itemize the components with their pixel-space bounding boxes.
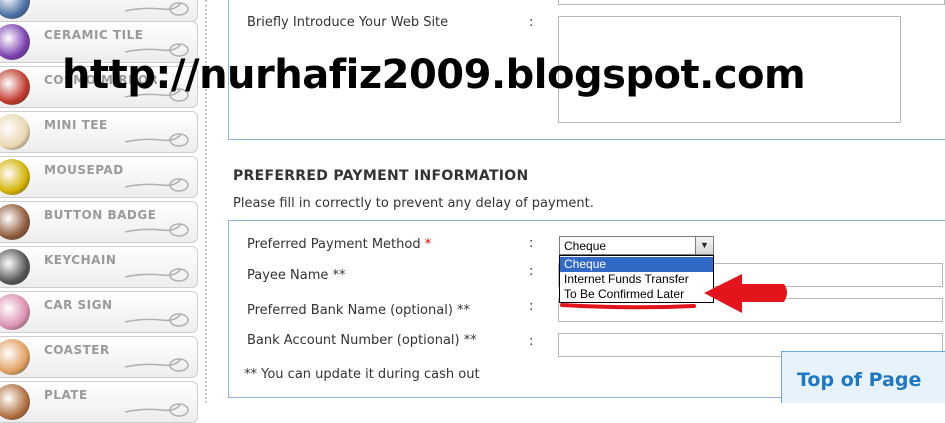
payee-colon: : (529, 264, 534, 279)
sidebar-item-label: COASTER (44, 343, 110, 357)
account-colon: : (529, 334, 534, 349)
option-to-be-confirmed-later[interactable]: To Be Confirmed Later (560, 287, 713, 302)
product-thumbnail (0, 204, 30, 240)
sidebar-item[interactable]: MINI TEE (0, 111, 198, 153)
sidebar-item[interactable]: PLATE (0, 381, 198, 423)
mouse-cursor-icon (124, 178, 189, 192)
option-cheque[interactable]: Cheque (560, 257, 713, 272)
mouse-cursor-icon (124, 313, 189, 327)
cashout-footnote: ** You can update it during cash out (244, 367, 480, 382)
payment-method-colon: : (529, 236, 534, 251)
sidebar-item-label: MINI TEE (44, 118, 108, 132)
mouse-cursor-icon (124, 268, 189, 282)
payment-method-text: Preferred Payment Method (247, 237, 421, 252)
payment-method-select[interactable]: Cheque ▼ (559, 236, 714, 255)
sidebar-item[interactable] (0, 0, 198, 22)
payment-method-label: Preferred Payment Method * (247, 237, 431, 252)
account-number-label: Bank Account Number (optional) ** (247, 333, 477, 348)
product-thumbnail (0, 69, 30, 105)
blog-watermark: http://nurhafiz2009.blogspot.com (62, 52, 806, 98)
payment-method-dropdown: Cheque Internet Funds Transfer To Be Con… (559, 255, 714, 303)
product-thumbnail (0, 24, 30, 60)
sidebar-item[interactable]: MOUSEPAD (0, 156, 198, 198)
intro-label: Briefly Introduce Your Web Site (247, 15, 449, 30)
top-of-page-button[interactable]: Top of Page (781, 351, 945, 403)
mouse-cursor-icon (124, 223, 189, 237)
product-thumbnail (0, 294, 30, 330)
product-thumbnail (0, 339, 30, 375)
product-thumbnail (0, 249, 30, 285)
payee-name-label: Payee Name ** (247, 268, 346, 283)
product-thumbnail (0, 159, 30, 195)
mouse-cursor-icon (124, 403, 189, 417)
bank-colon: : (529, 299, 534, 314)
sidebar-item-label: MOUSEPAD (44, 163, 124, 177)
sidebar-item[interactable]: CAR SIGN (0, 291, 198, 333)
product-thumbnail (0, 114, 30, 150)
top-of-page-label: Top of Page (797, 369, 922, 391)
intro-field-top[interactable] (558, 0, 945, 5)
sidebar-item[interactable]: COASTER (0, 336, 198, 378)
sidebar-item-label: PLATE (44, 388, 88, 402)
option-internet-funds-transfer[interactable]: Internet Funds Transfer (560, 272, 713, 287)
mouse-cursor-icon (124, 358, 189, 372)
payment-method-value: Cheque (564, 239, 607, 253)
mouse-cursor-icon (124, 133, 189, 147)
sidebar-item[interactable]: KEYCHAIN (0, 246, 198, 288)
sidebar-item-label: CAR SIGN (44, 298, 113, 312)
sidebar-item-label: KEYCHAIN (44, 253, 117, 267)
mouse-cursor-icon (124, 2, 189, 16)
payment-section-subtitle: Please fill in correctly to prevent any … (233, 196, 594, 211)
product-thumbnail (0, 384, 30, 420)
required-mark: * (424, 237, 432, 252)
sidebar-item[interactable]: BUTTON BADGE (0, 201, 198, 243)
bank-name-label: Preferred Bank Name (optional) ** (247, 303, 471, 318)
product-thumbnail (0, 0, 30, 19)
intro-colon: : (529, 15, 534, 30)
chevron-down-icon[interactable]: ▼ (695, 237, 713, 254)
payment-section-title: PREFERRED PAYMENT INFORMATION (233, 168, 529, 184)
